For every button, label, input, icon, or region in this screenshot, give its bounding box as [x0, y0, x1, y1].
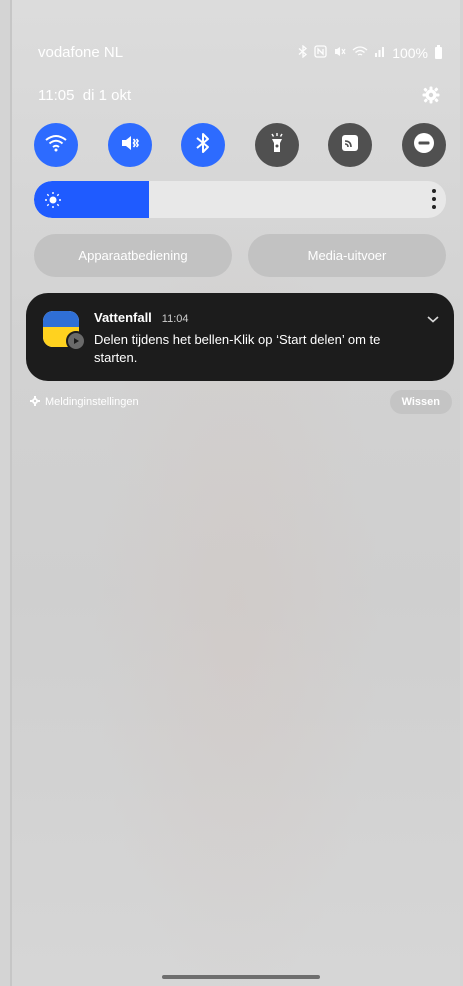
battery-icon — [435, 44, 442, 59]
status-icons: 100% — [298, 44, 442, 61]
flashlight-toggle[interactable] — [254, 123, 299, 167]
notification-settings-link[interactable]: Meldinginstellingen — [30, 395, 139, 409]
date-time[interactable]: 11:05 di 1 okt — [38, 87, 131, 104]
notification-card[interactable]: Vattenfall 11:04 Delen tijdens het belle… — [26, 293, 454, 381]
notification-time: 11:04 — [161, 313, 189, 325]
bluetooth-toggle[interactable] — [181, 123, 226, 167]
notification-app-name: Vattenfall — [94, 310, 152, 325]
sound-vibrate-icon — [119, 133, 141, 158]
more-options-icon[interactable] — [432, 189, 436, 209]
quick-action-pills: Apparaatbediening Media-uitvoer — [34, 234, 446, 277]
media-output-button[interactable]: Media-uitvoer — [248, 234, 446, 277]
screen-share-badge-icon — [66, 331, 86, 351]
chevron-down-icon[interactable] — [426, 311, 440, 329]
cell-signal-icon — [374, 45, 386, 60]
quick-settings-toggles — [34, 123, 446, 167]
sound-toggle[interactable] — [107, 123, 152, 167]
battery-percent: 100% — [392, 44, 428, 61]
notification-shade: vodafone NL 100% 11:05 di 1 okt Apparaat… — [10, 0, 460, 986]
bluetooth-icon — [195, 132, 211, 159]
carrier-name: vodafone NL — [38, 44, 124, 61]
do-not-disturb-icon — [413, 132, 435, 159]
wifi-icon — [45, 134, 67, 157]
gear-icon — [30, 395, 40, 409]
bluetooth-icon — [298, 44, 308, 61]
vibrate-icon — [333, 45, 346, 61]
wifi-toggle[interactable] — [34, 123, 78, 167]
notification-settings-label: Meldinginstellingen — [45, 396, 139, 408]
cast-toggle[interactable] — [328, 123, 373, 167]
sun-icon — [44, 191, 62, 214]
status-bar: vodafone NL 100% — [38, 44, 442, 61]
wifi-signal-icon — [352, 45, 368, 61]
datetime-row: 11:05 di 1 okt — [38, 86, 440, 104]
device-control-button[interactable]: Apparaatbediening — [34, 234, 232, 277]
nfc-icon — [314, 44, 327, 61]
home-indicator[interactable] — [162, 975, 320, 979]
cast-icon — [340, 133, 360, 158]
brightness-slider[interactable] — [34, 181, 446, 218]
notification-header: Vattenfall 11:04 — [94, 310, 189, 325]
do-not-disturb-toggle[interactable] — [401, 123, 446, 167]
flashlight-icon — [268, 132, 286, 159]
settings-gear-icon[interactable] — [422, 86, 440, 104]
notification-footer: Meldinginstellingen Wissen — [30, 390, 452, 414]
notification-body: Delen tijdens het bellen-Klik op ‘Start … — [94, 332, 381, 365]
clear-all-button[interactable]: Wissen — [389, 390, 452, 414]
